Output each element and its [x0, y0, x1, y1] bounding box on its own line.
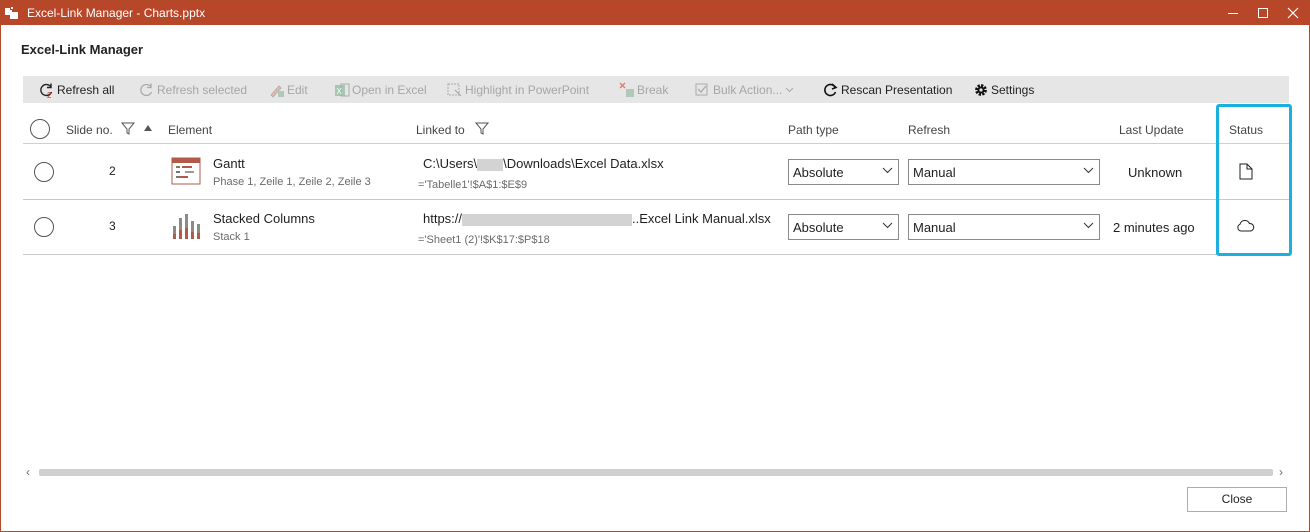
redacted-username	[477, 158, 504, 171]
stacked-columns-chart-icon	[173, 214, 200, 239]
table-row[interactable]: 3 Stacked Columns Stack 1 https:// ..Exce…	[23, 200, 1289, 255]
element-detail: Phase 1, Zeile 1, Zeile 2, Zeile 3	[213, 176, 371, 188]
rescan-label: Rescan Presentation	[841, 82, 953, 97]
column-element: Element	[168, 123, 213, 137]
redacted-url	[462, 213, 633, 226]
column-path-type: Path type	[788, 123, 839, 137]
bulk-action-dropdown[interactable]: Bulk Action...	[695, 76, 794, 103]
scroll-right-arrow-icon[interactable]: ›	[1279, 465, 1283, 479]
element-name: Stacked Columns	[213, 211, 315, 226]
refresh-selected-button[interactable]: Refresh selected	[139, 76, 247, 103]
break-button[interactable]: Break	[619, 76, 668, 103]
page-title: Excel-Link Manager	[21, 42, 144, 57]
highlight-label: Highlight in PowerPoint	[465, 82, 590, 97]
refresh-mode-value: Manual	[913, 220, 956, 235]
refresh-all-label: Refresh all	[57, 82, 115, 97]
column-slide-no: Slide no.	[66, 123, 113, 137]
table-row[interactable]: 2 Gantt Phase 1, Zeile 1, Zeile 2, Zeile…	[23, 145, 1289, 200]
linked-path-suffix: \Downloads\Excel Data.xlsx	[503, 156, 664, 171]
slide-number: 3	[109, 219, 116, 233]
horizontal-scrollbar[interactable]: ‹ ›	[23, 465, 1289, 479]
highlight-in-powerpoint-button[interactable]: Highlight in PowerPoint	[447, 76, 589, 103]
refresh-all-icon: 2	[39, 82, 55, 100]
bulk-action-icon	[695, 82, 711, 98]
edit-label: Edit	[287, 82, 308, 97]
slide-number: 2	[109, 164, 116, 178]
edit-pencil-icon	[269, 82, 285, 98]
linked-path-prefix: https://	[423, 211, 463, 226]
open-in-excel-label: Open in Excel	[352, 82, 427, 97]
app-logo-icon	[5, 6, 19, 20]
svg-text:2: 2	[47, 91, 52, 98]
break-link-icon	[619, 82, 635, 98]
minimize-icon	[1228, 13, 1238, 14]
highlight-icon	[447, 82, 463, 98]
refresh-all-button[interactable]: 2 Refresh all	[39, 76, 114, 103]
linked-path-suffix: ..Excel Link Manual.xlsx	[632, 211, 771, 226]
sort-ascending-icon[interactable]	[144, 125, 152, 131]
svg-text:X: X	[337, 87, 343, 96]
linked-path: https:// ..Excel Link Manual.xlsx	[423, 211, 771, 226]
linked-path-prefix: C:\Users\	[423, 156, 478, 171]
close-window-button[interactable]	[1275, 1, 1309, 25]
scroll-left-arrow-icon[interactable]: ‹	[26, 465, 30, 479]
close-button[interactable]: Close	[1187, 487, 1287, 512]
refresh-mode-select[interactable]: Manual	[908, 159, 1100, 185]
chevron-down-icon	[786, 87, 794, 92]
filter-icon[interactable]	[121, 122, 135, 135]
gear-icon	[973, 82, 989, 98]
settings-button[interactable]: Settings	[973, 76, 1034, 103]
rescan-icon	[823, 82, 839, 98]
open-in-excel-button[interactable]: X Open in Excel	[334, 76, 427, 103]
minimize-button[interactable]	[1215, 1, 1249, 25]
grid-header: Slide no. Element Linked to Path type Re…	[23, 114, 1289, 144]
toolbar: 2 Refresh all Refresh selected Edit X Op…	[23, 76, 1289, 103]
column-last-update: Last Update	[1119, 123, 1184, 137]
select-all-checkbox[interactable]	[30, 119, 50, 139]
path-type-select[interactable]: Absolute	[788, 159, 899, 185]
column-linked-to: Linked to	[416, 123, 465, 137]
path-type-select[interactable]: Absolute	[788, 214, 899, 240]
refresh-mode-select[interactable]: Manual	[908, 214, 1100, 240]
element-detail: Stack 1	[213, 231, 250, 243]
linked-path: C:\Users\ \Downloads\Excel Data.xlsx	[423, 156, 664, 171]
break-label: Break	[637, 82, 669, 97]
window-title: Excel-Link Manager - Charts.pptx	[27, 6, 206, 20]
scrollbar-thumb[interactable]	[39, 469, 1273, 476]
excel-icon: X	[334, 82, 350, 98]
linked-range: ='Sheet1 (2)'!$K$17:$P$18	[418, 234, 550, 246]
filter-icon[interactable]	[475, 122, 489, 135]
maximize-icon	[1258, 8, 1268, 18]
gantt-chart-icon	[171, 157, 201, 185]
maximize-button[interactable]	[1245, 1, 1279, 25]
close-icon	[1287, 7, 1299, 19]
element-name: Gantt	[213, 156, 245, 171]
title-bar: Excel-Link Manager - Charts.pptx	[1, 1, 1309, 25]
excel-link-manager-window: Excel-Link Manager - Charts.pptx Excel-L…	[0, 0, 1310, 532]
last-update: Unknown	[1128, 165, 1183, 180]
refresh-icon	[139, 82, 155, 98]
chevron-down-icon	[882, 167, 893, 174]
chevron-down-icon	[1083, 167, 1094, 174]
chevron-down-icon	[1083, 222, 1094, 229]
refresh-mode-value: Manual	[913, 165, 956, 180]
path-type-value: Absolute	[793, 165, 844, 180]
last-update: 2 minutes ago	[1113, 220, 1195, 235]
row-select-radio[interactable]	[34, 162, 54, 182]
path-type-value: Absolute	[793, 220, 844, 235]
rescan-presentation-button[interactable]: Rescan Presentation	[823, 76, 952, 103]
column-refresh: Refresh	[908, 123, 951, 137]
row-select-radio[interactable]	[34, 217, 54, 237]
status-column-highlight	[1216, 104, 1292, 256]
edit-button[interactable]: Edit	[269, 76, 308, 103]
bulk-action-label: Bulk Action...	[713, 82, 783, 97]
settings-label: Settings	[991, 82, 1035, 97]
linked-range: ='Tabelle1'!$A$1:$E$9	[418, 179, 528, 191]
refresh-selected-label: Refresh selected	[157, 82, 248, 97]
chevron-down-icon	[882, 222, 893, 229]
